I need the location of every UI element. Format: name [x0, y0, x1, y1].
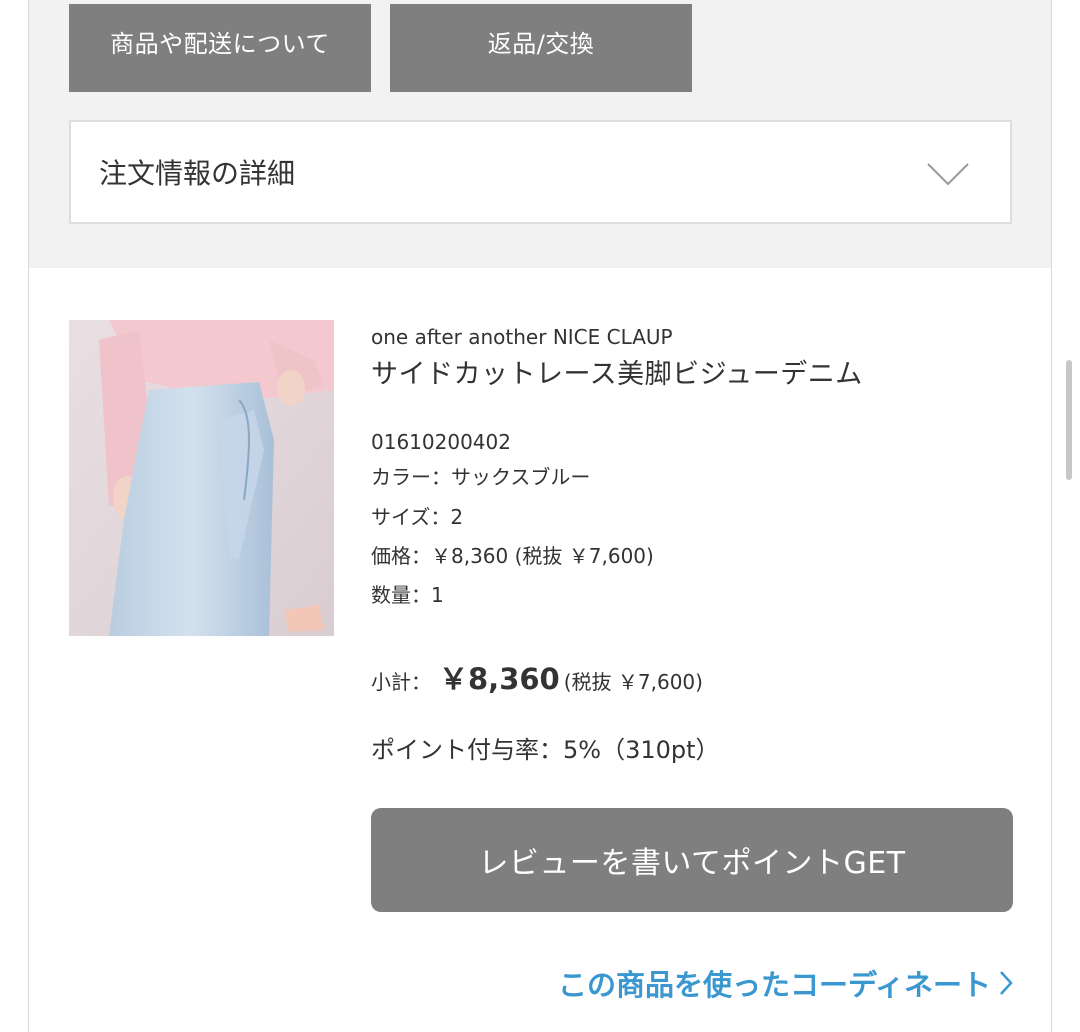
scrollbar-thumb[interactable] [1066, 360, 1072, 480]
product-image[interactable] [69, 320, 334, 636]
product-photo-illustration [69, 320, 334, 636]
product-name[interactable]: サイドカットレース美脚ビジューデニム [371, 352, 863, 391]
chevron-down-icon [927, 163, 969, 186]
points-rate: ポイント付与率：5%（310pt） [371, 736, 720, 764]
order-detail-frame: 商品や配送について 返品/交換 注文情報の詳細 one after anothe… [28, 0, 1052, 1032]
subtotal-row: 小計： ￥8,360 (税抜 ￥7,600) [371, 656, 703, 698]
accordion-label: 注文情報の詳細 [99, 157, 296, 190]
product-quantity: 数量：1 [371, 583, 444, 607]
product-code: 01610200402 [371, 430, 511, 454]
product-size: サイズ：2 [371, 505, 464, 529]
brand-name: one after another NICE CLAUP [371, 325, 673, 349]
coordinate-link-label: この商品を使ったコーディネート [558, 968, 991, 1002]
about-product-shipping-button[interactable]: 商品や配送について [69, 4, 371, 92]
order-header-area: 商品や配送について 返品/交換 注文情報の詳細 [29, 0, 1051, 268]
order-info-accordion[interactable]: 注文情報の詳細 [69, 120, 1012, 224]
product-color: カラー：サックスブルー [371, 465, 591, 489]
subtotal-label: 小計： [371, 670, 431, 694]
product-price: 価格：￥8,360 (税抜 ￥7,600) [371, 544, 654, 568]
return-exchange-button[interactable]: 返品/交換 [390, 4, 692, 92]
coordinate-link[interactable]: この商品を使ったコーディネート [558, 962, 1013, 1004]
chevron-right-icon [1000, 971, 1013, 995]
subtotal-amount: ￥8,360 [439, 662, 560, 696]
write-review-button[interactable]: レビューを書いてポイントGET [371, 808, 1013, 912]
subtotal-tax-note: (税抜 ￥7,600) [563, 670, 703, 694]
